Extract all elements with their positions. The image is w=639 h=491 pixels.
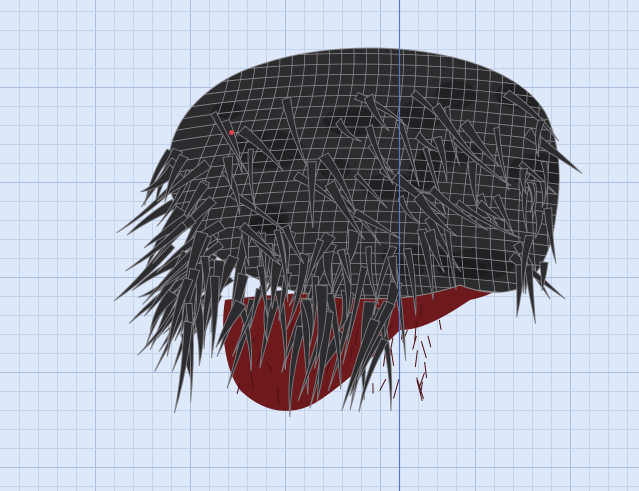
3d-viewport[interactable]: [0, 0, 639, 491]
axis-overlay: [398, 0, 401, 491]
selected-vertex-marker[interactable]: [229, 130, 234, 135]
